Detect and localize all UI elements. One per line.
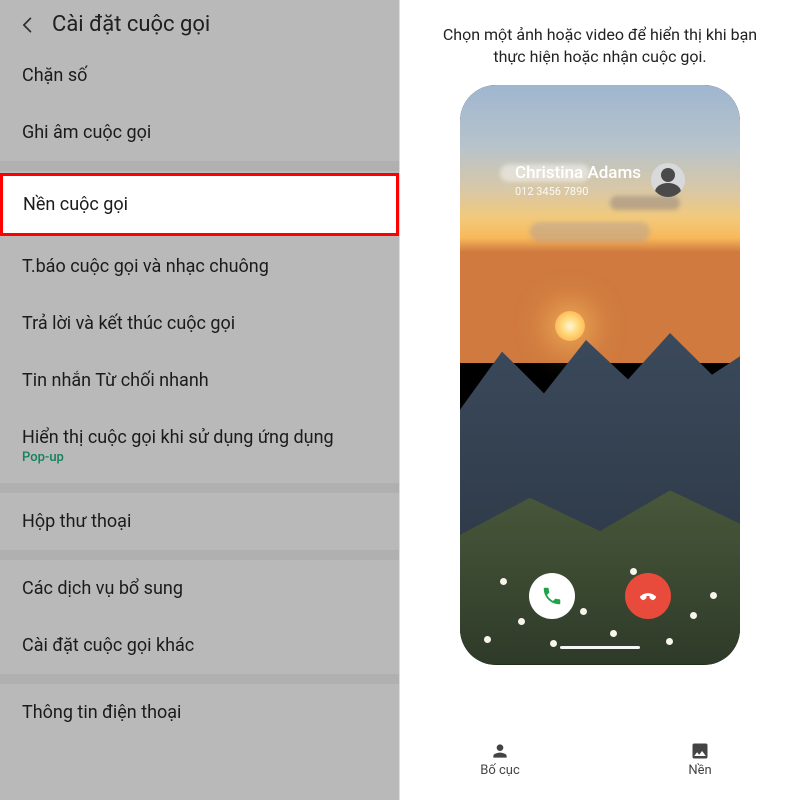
settings-item-call-background[interactable]: Nền cuộc gọi [0, 173, 399, 236]
group-divider [0, 674, 399, 684]
settings-panel: Cài đặt cuộc gọi Chặn số Ghi âm cuộc gọi… [0, 0, 400, 800]
settings-item-alerts-ringtones[interactable]: T.báo cuộc gọi và nhạc chuông [0, 238, 399, 295]
image-icon [690, 741, 710, 761]
decline-call-button[interactable] [625, 573, 671, 619]
settings-item-about-phone[interactable]: Thông tin điện thoại [0, 684, 399, 741]
settings-item-block-numbers[interactable]: Chặn số [0, 47, 399, 104]
settings-item-label: Hiển thị cuộc gọi khi sử dụng ứng dụng [22, 427, 334, 448]
group-divider [0, 161, 399, 171]
phone-down-icon [637, 585, 659, 607]
caller-info: Christina Adams 012 3456 7890 [460, 163, 740, 198]
settings-list: Chặn số Ghi âm cuộc gọi Nền cuộc gọi T.b… [0, 47, 399, 741]
home-indicator [560, 646, 640, 649]
caller-name: Christina Adams [515, 163, 641, 183]
instruction-text: Chọn một ảnh hoặc video để hiển thị khi … [400, 0, 800, 79]
caller-number: 012 3456 7890 [515, 185, 641, 198]
avatar [651, 163, 685, 197]
settings-item-show-while-using-apps[interactable]: Hiển thị cuộc gọi khi sử dụng ứng dụng P… [0, 409, 399, 483]
tab-label: Nền [688, 763, 711, 778]
settings-item-subtext: Pop-up [22, 450, 377, 465]
call-buttons [460, 573, 740, 619]
settings-item-answer-end[interactable]: Trả lời và kết thúc cuộc gọi [0, 295, 399, 352]
group-divider [0, 483, 399, 493]
settings-item-voicemail[interactable]: Hộp thư thoại [0, 493, 399, 550]
settings-item-supplementary-services[interactable]: Các dịch vụ bổ sung [0, 560, 399, 617]
tab-label: Bố cục [480, 763, 520, 778]
back-icon[interactable] [18, 15, 38, 35]
phone-icon [541, 585, 563, 607]
settings-header: Cài đặt cuộc gọi [0, 0, 399, 47]
bottom-tabs: Bố cục Nền [400, 735, 800, 800]
settings-title: Cài đặt cuộc gọi [52, 12, 210, 37]
person-icon [490, 741, 510, 761]
tab-layout[interactable]: Bố cục [400, 741, 600, 778]
group-divider [0, 550, 399, 560]
settings-item-other-call-settings[interactable]: Cài đặt cuộc gọi khác [0, 617, 399, 674]
settings-item-record-calls[interactable]: Ghi âm cuộc gọi [0, 104, 399, 161]
accept-call-button[interactable] [529, 573, 575, 619]
phone-preview[interactable]: Christina Adams 012 3456 7890 [460, 85, 740, 665]
tab-background[interactable]: Nền [600, 741, 800, 778]
call-background-panel: Chọn một ảnh hoặc video để hiển thị khi … [400, 0, 800, 800]
settings-item-quick-decline[interactable]: Tin nhắn Từ chối nhanh [0, 352, 399, 409]
